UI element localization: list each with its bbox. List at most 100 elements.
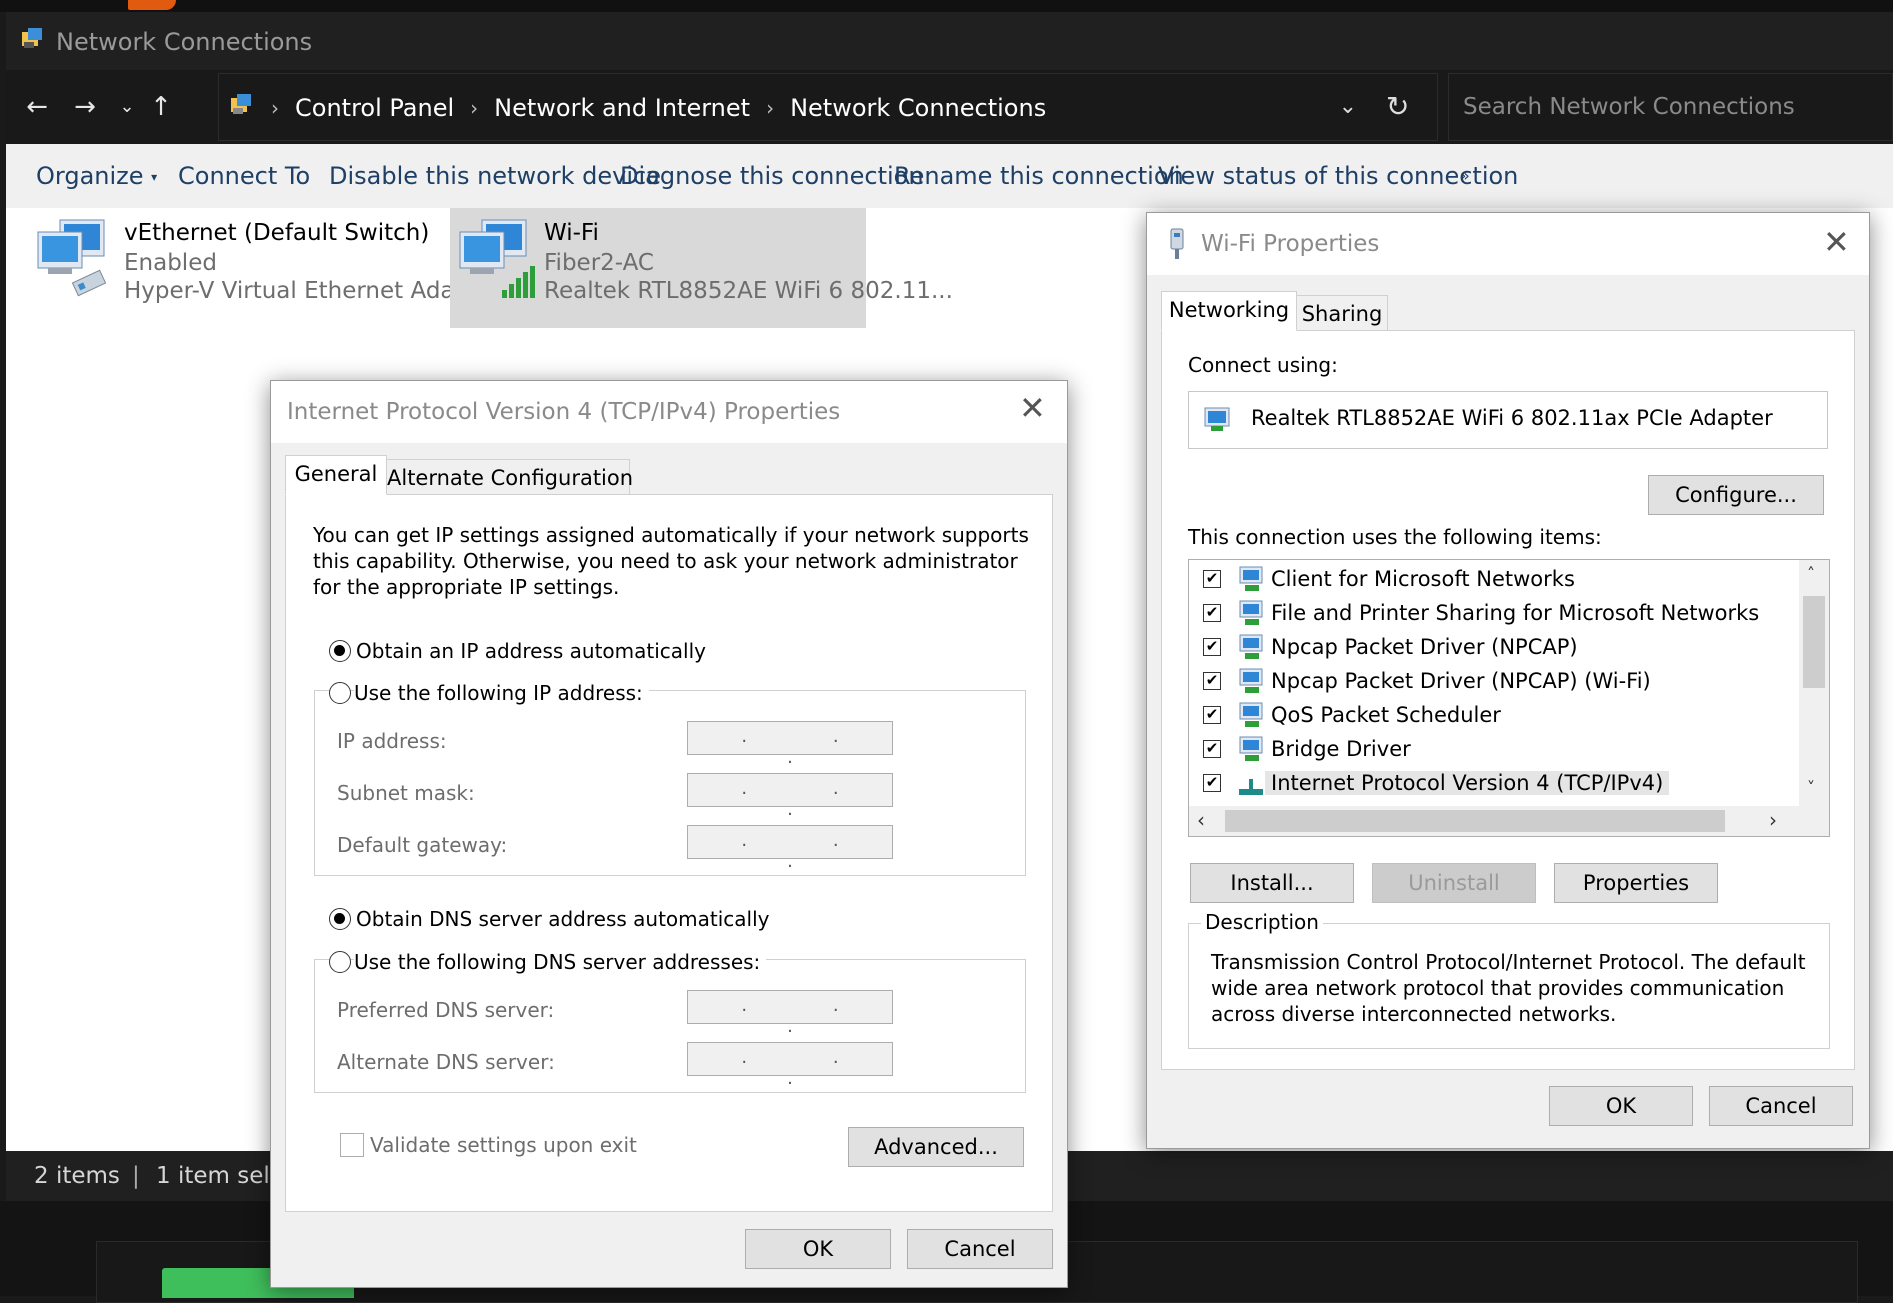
description-line: wide area network protocol that provides… <box>1211 976 1785 1000</box>
list-item[interactable]: vEthernet (Default Switch) Enabled Hyper… <box>34 214 502 324</box>
list-item[interactable]: ✔ QoS Packet Scheduler <box>1189 699 1789 731</box>
refresh-icon[interactable]: ↻ <box>1386 90 1409 123</box>
arrow-up-icon[interactable]: ↑ <box>146 92 176 122</box>
obtain-dns-label[interactable]: Obtain DNS server address automatically <box>356 907 770 931</box>
close-icon[interactable]: ✕ <box>1019 389 1046 427</box>
obtain-ip-label[interactable]: Obtain an IP address automatically <box>356 639 706 663</box>
breadcrumb-control-panel[interactable]: Control Panel <box>295 94 454 122</box>
item-count: 2 items <box>34 1163 120 1189</box>
description-line: across diverse interconnected networks. <box>1211 1002 1617 1026</box>
obtain-ip-radio[interactable] <box>329 640 351 662</box>
use-dns-radio[interactable] <box>329 951 351 973</box>
scroll-right-icon[interactable]: › <box>1769 808 1777 832</box>
advanced-button[interactable]: Advanced... <box>848 1127 1024 1167</box>
selected-count: 1 item sele <box>156 1163 284 1189</box>
item-checkbox[interactable]: ✔ <box>1203 604 1221 622</box>
default-gateway-input: . . . <box>687 825 893 872</box>
use-dns-label[interactable]: Use the following DNS server addresses: <box>354 950 767 974</box>
connect-using-label: Connect using: <box>1188 353 1338 377</box>
dialog-title: Wi-Fi Properties <box>1201 231 1380 257</box>
item-checkbox[interactable]: ✔ <box>1203 706 1221 724</box>
cancel-button[interactable]: Cancel <box>1709 1086 1853 1126</box>
validate-checkbox <box>340 1133 364 1157</box>
vertical-scrollbar[interactable]: ˄ ˅ <box>1799 560 1829 806</box>
ok-button[interactable]: OK <box>745 1229 891 1269</box>
ok-button[interactable]: OK <box>1549 1086 1693 1126</box>
search-input[interactable]: Search Network Connections <box>1448 73 1893 141</box>
address-bar[interactable]: › Control Panel › Network and Internet ›… <box>218 73 1438 141</box>
arrow-right-icon[interactable]: → <box>70 92 100 122</box>
item-checkbox[interactable]: ✔ <box>1203 672 1221 690</box>
window-title: Network Connections <box>56 28 313 56</box>
item-checkbox[interactable]: ✔ <box>1203 570 1221 588</box>
connection-status: Enabled <box>124 250 217 276</box>
chevron-down-icon[interactable]: ⌄ <box>1339 94 1357 119</box>
use-ip-label[interactable]: Use the following IP address: <box>354 681 649 705</box>
adapter-name: Realtek RTL8852AE WiFi 6 802.11ax PCIe A… <box>1251 406 1773 430</box>
diagnose-button[interactable]: Diagnose this connection <box>620 162 924 190</box>
tab-alternate-configuration[interactable]: Alternate Configuration <box>386 459 633 495</box>
obtain-dns-radio[interactable] <box>329 908 351 930</box>
network-service-icon <box>1237 565 1265 597</box>
properties-button[interactable]: Properties <box>1554 863 1718 903</box>
connect-to-button[interactable]: Connect To <box>178 162 310 190</box>
scroll-left-icon[interactable]: ‹ <box>1197 808 1205 832</box>
install-button[interactable]: Install... <box>1190 863 1354 903</box>
cancel-button[interactable]: Cancel <box>907 1229 1053 1269</box>
tab-networking[interactable]: Networking <box>1161 291 1297 331</box>
chevron-right-icon[interactable]: › <box>470 96 478 120</box>
list-item[interactable]: ✔ File and Printer Sharing for Microsoft … <box>1189 597 1789 629</box>
ip-dots: . . . <box>741 1047 879 1089</box>
network-service-icon <box>1237 599 1265 631</box>
list-item[interactable]: ✔ Bridge Driver <box>1189 733 1789 765</box>
status-divider: | <box>132 1163 140 1189</box>
scroll-up-icon[interactable]: ˄ <box>1807 564 1815 583</box>
item-checkbox[interactable]: ✔ <box>1203 774 1221 792</box>
list-item[interactable]: ✔ Npcap Packet Driver (NPCAP) (Wi-Fi) <box>1189 665 1789 697</box>
ip-dots: . . . <box>741 830 879 872</box>
item-checkbox[interactable]: ✔ <box>1203 740 1221 758</box>
tab-general[interactable]: General <box>285 455 387 495</box>
app-logo-fragment <box>128 0 176 10</box>
search-placeholder: Search Network Connections <box>1463 94 1795 120</box>
breadcrumb-network-connections[interactable]: Network Connections <box>790 94 1046 122</box>
breadcrumb-network-and-internet[interactable]: Network and Internet <box>494 94 750 122</box>
general-panel: You can get IP settings assigned automat… <box>285 494 1053 1212</box>
list-item[interactable]: ✔ Npcap Packet Driver (NPCAP) <box>1189 631 1789 663</box>
organize-label: Organize <box>36 162 144 190</box>
disable-device-button[interactable]: Disable this network device <box>329 162 661 190</box>
use-ip-radio[interactable] <box>329 682 351 704</box>
list-item-selected[interactable]: Wi-Fi Fiber2-AC Realtek RTL8852AE WiFi 6… <box>450 208 953 328</box>
connection-device: Realtek RTL8852AE WiFi 6 802.11... <box>544 278 953 304</box>
more-commands-button[interactable]: » <box>1460 166 1470 185</box>
dialog-title-bar: Internet Protocol Version 4 (TCP/IPv4) P… <box>271 381 1067 443</box>
network-service-icon <box>1237 701 1265 733</box>
chevron-right-icon[interactable]: › <box>766 96 774 120</box>
item-label: QoS Packet Scheduler <box>1271 703 1501 727</box>
alternate-dns-input: . . . <box>687 1042 893 1089</box>
rename-button[interactable]: Rename this connection <box>894 162 1184 190</box>
scroll-down-icon[interactable]: ˅ <box>1807 778 1815 797</box>
subnet-mask-label: Subnet mask: <box>337 781 475 805</box>
horizontal-scrollbar[interactable]: ‹ › <box>1189 806 1829 836</box>
list-item[interactable]: ✔ Internet Protocol Version 4 (TCP/IPv4) <box>1189 767 1789 799</box>
configure-button[interactable]: Configure... <box>1648 475 1824 515</box>
arrow-left-icon[interactable]: ← <box>22 92 52 122</box>
connection-name: Wi-Fi <box>544 220 599 246</box>
list-item[interactable]: ✔ Client for Microsoft Networks <box>1189 563 1789 595</box>
tab-sharing[interactable]: Sharing <box>1296 295 1388 331</box>
organize-button[interactable]: Organize ▾ <box>36 162 157 190</box>
chevron-down-icon[interactable]: ⌄ <box>112 92 142 122</box>
dns-group: Preferred DNS server: . . . Alternate DN… <box>314 959 1026 1093</box>
caret-down-icon: ▾ <box>151 170 158 184</box>
adapter-field: Realtek RTL8852AE WiFi 6 802.11ax PCIe A… <box>1188 391 1828 449</box>
item-checkbox[interactable]: ✔ <box>1203 638 1221 656</box>
components-listbox[interactable]: ✔ Client for Microsoft Networks ✔ File and … <box>1188 559 1830 837</box>
item-label: Npcap Packet Driver (NPCAP) <box>1271 635 1578 659</box>
item-label: Npcap Packet Driver (NPCAP) (Wi-Fi) <box>1271 669 1651 693</box>
close-icon[interactable]: ✕ <box>1823 223 1850 261</box>
scrollbar-thumb[interactable] <box>1225 810 1725 832</box>
scrollbar-thumb[interactable] <box>1803 596 1825 688</box>
ip-address-label: IP address: <box>337 729 447 753</box>
default-gateway-label: Default gateway: <box>337 833 508 857</box>
